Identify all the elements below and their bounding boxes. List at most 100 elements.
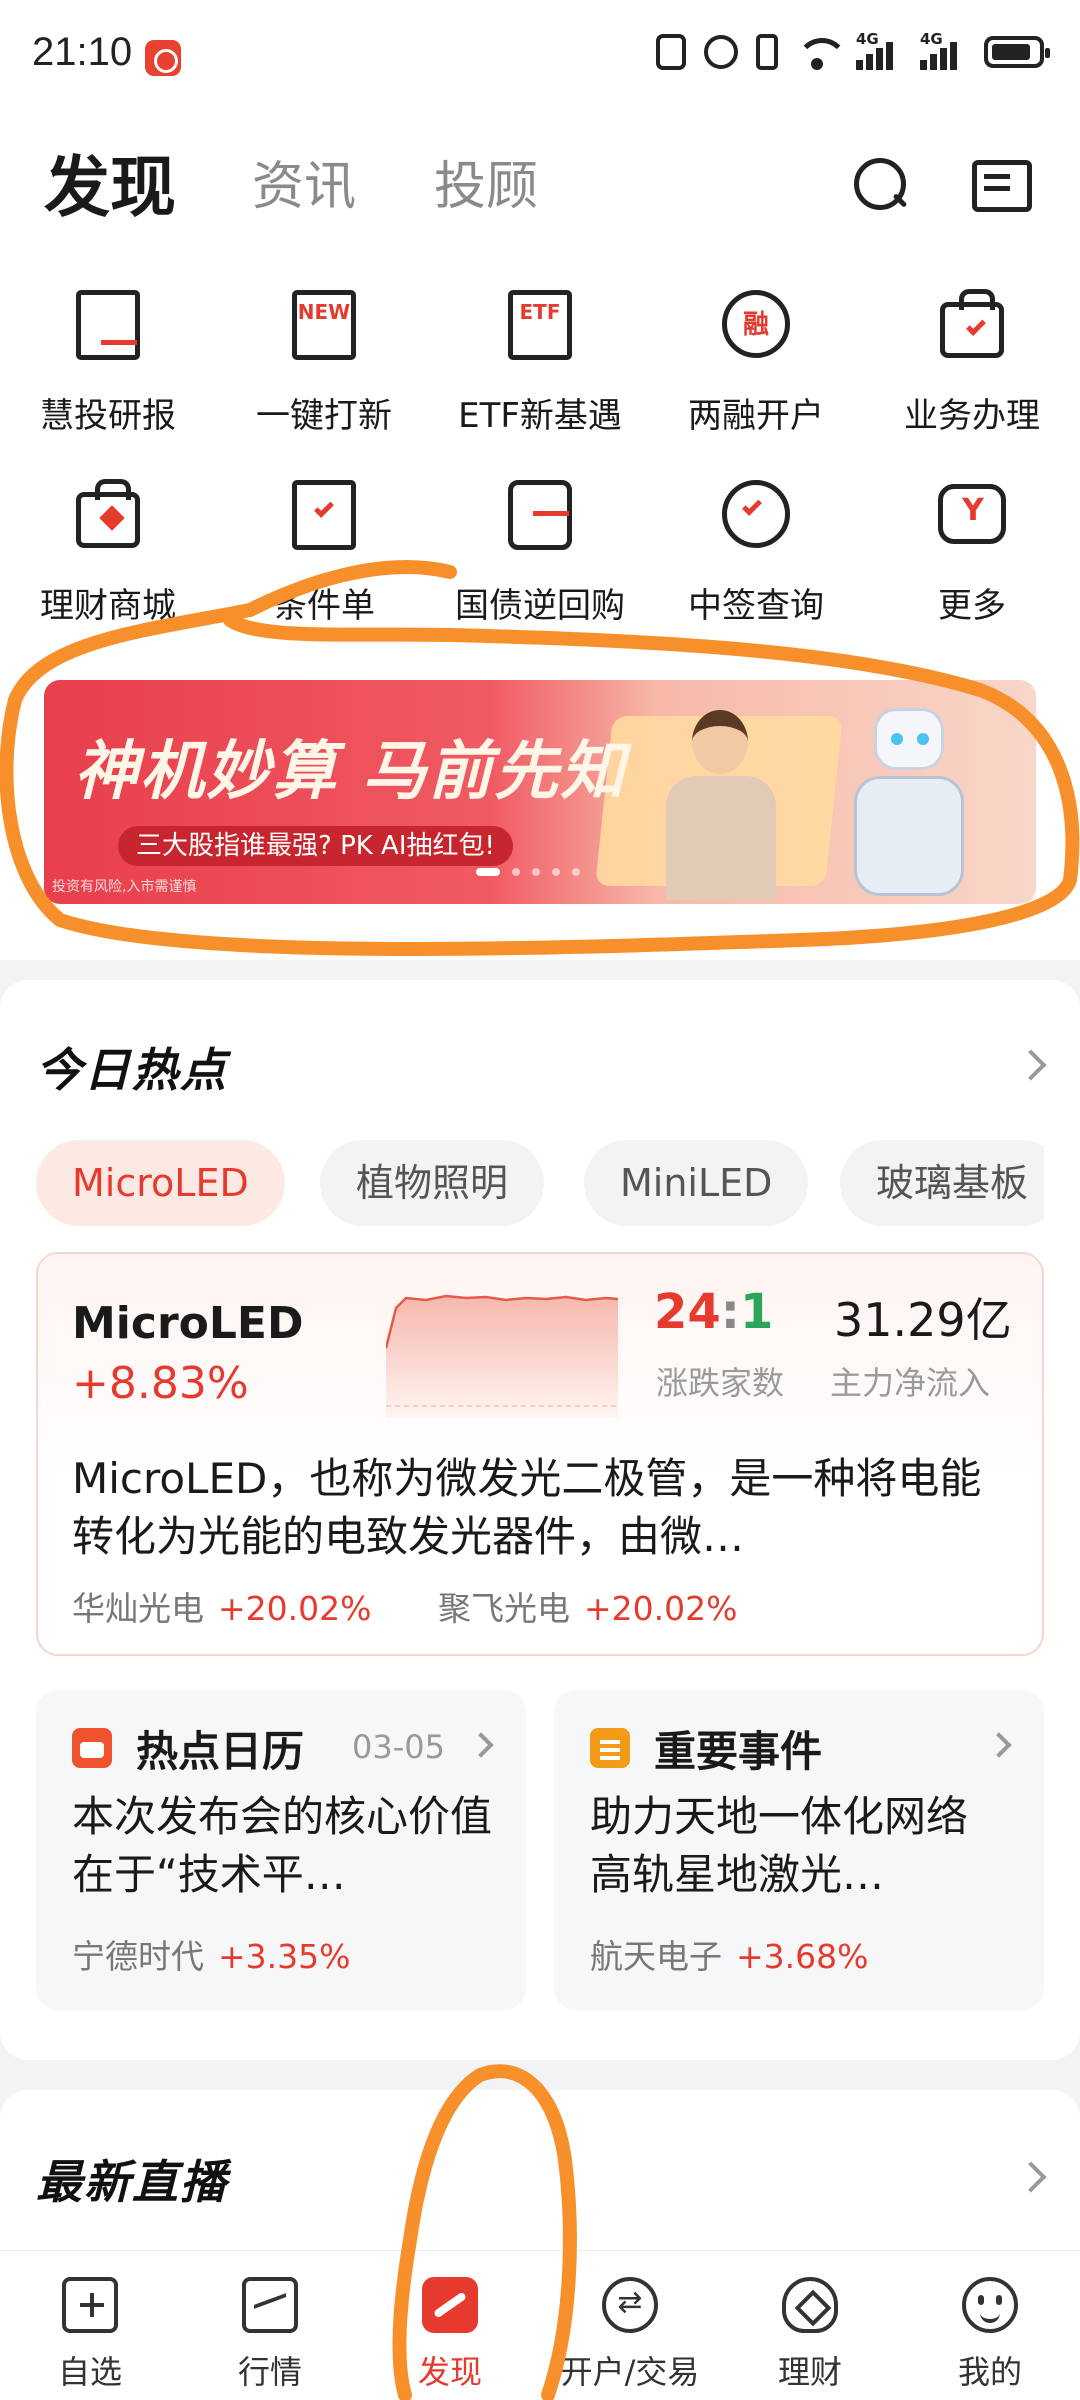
rise-fall-label: 涨跌家数 [656,1364,785,1402]
banner-person-illustration [644,700,794,900]
discover-icon [422,2277,478,2333]
nav-trade[interactable]: 开户/交易 [540,2251,720,2400]
network-type-label: 4G [920,30,943,48]
chevron-right-icon [468,1732,494,1758]
grid-item-lottery-query[interactable]: 中签查询 [648,460,864,640]
trade-icon [602,2277,658,2333]
grid-item-research-report[interactable]: 慧投研报 [0,270,216,450]
watchlist-icon [62,2277,118,2333]
calendar-icon [72,1728,112,1768]
top-tab-bar: 发现 资讯 投顾 [0,130,1080,240]
banner-robot-illustration [834,700,984,900]
nav-profile[interactable]: 我的 [900,2251,1080,2400]
status-bar: 21:10 4G 4G [0,0,1080,120]
report-icon [70,286,146,362]
grid-item-label: 中签查询 [688,586,824,626]
important-events-stock: 航天电子 +3.68% [590,1930,868,1978]
topic-leading-stocks: 华灿光电 +20.02% 聚飞光电 +20.02% [72,1582,737,1630]
search-icon[interactable] [848,152,912,216]
important-events-text: 助力天地一体化网络 高轨星地激光… [590,1792,969,1899]
etf-badge: ETF [519,300,561,324]
more-badge: Y [962,493,984,528]
profile-icon [962,2277,1018,2333]
live-title: 最新直播 [36,2155,228,2209]
banner-dot [476,868,500,876]
banner-title: 神机妙算 马前先知 [74,734,627,809]
banner-dot [512,868,520,876]
grid-item-etf[interactable]: ETF ETF新基遇 [432,270,648,450]
banner-dot [552,868,560,876]
event-icon [590,1728,630,1768]
grid-item-margin-account[interactable]: 融 两融开户 [648,270,864,450]
chevron-right-icon [986,1732,1012,1758]
nav-label: 理财 [777,2353,842,2391]
nav-watchlist[interactable]: 自选 [0,2251,180,2400]
topic-change: +8.83% [72,1358,249,1409]
grid-item-label: 业务办理 [904,396,1040,436]
alarm-icon [704,35,738,69]
status-icons: 4G 4G [656,30,1050,70]
new-badge: NEW [297,300,351,324]
nav-label: 发现 [417,2353,482,2391]
rise-fall-count: 24:1 [654,1284,773,1340]
status-time: 21:10 [32,30,133,74]
stock-name[interactable]: 宁德时代 [72,1937,204,1976]
tab-news[interactable]: 资讯 [252,144,356,219]
chip-miniled[interactable]: MiniLED [584,1140,809,1226]
lottery-query-icon [718,476,794,552]
tab-advisor[interactable]: 投顾 [434,144,538,219]
topic-intraday-chart [386,1294,618,1418]
grid-item-more[interactable]: Y 更多 [864,460,1080,640]
wifi-icon [796,34,848,70]
etf-icon: ETF [502,286,578,362]
more-icon: Y [934,476,1010,552]
nav-label: 我的 [957,2353,1022,2391]
nav-discover[interactable]: 发现 [360,2251,540,2400]
grid-item-wealth-mall[interactable]: 理财商城 [0,460,216,640]
ratio-separator: : [720,1284,740,1340]
stock-name[interactable]: 华灿光电 [72,1589,204,1628]
chip-microled[interactable]: MicroLED [36,1140,285,1226]
nav-label: 开户/交易 [560,2353,700,2391]
margin-icon: 融 [718,286,794,362]
net-inflow-label: 主力净流入 [830,1364,991,1402]
banner-dot [572,868,580,876]
important-events-title: 重要事件 [654,1727,823,1776]
hot-calendar-stock: 宁德时代 +3.35% [72,1930,350,1978]
rise-count: 24 [654,1284,721,1340]
network-type-label: 4G [856,30,879,48]
hot-calendar-card[interactable]: 热点日历 03-05 本次发布会的核心价值在于“技术平… 宁德时代 +3.35% [36,1690,526,2010]
grid-item-label: ETF新基遇 [458,396,622,436]
banner-risk-notice: 投资有风险,入市需谨慎 [52,879,197,895]
nav-label: 行情 [237,2353,302,2391]
nav-market[interactable]: 行情 [180,2251,360,2400]
battery-icon [984,36,1050,68]
nav-label: 自选 [57,2353,122,2391]
conditional-order-icon [286,476,362,552]
message-icon[interactable] [966,152,1032,216]
promo-banner[interactable]: 神机妙算 马前先知 三大股指谁最强? PK AI抽红包! 投资有风险,入市需谨慎 [44,680,1036,904]
chip-plant-lighting[interactable]: 植物照明 [320,1140,545,1226]
stock-name[interactable]: 航天电子 [590,1937,722,1976]
chip-glass-substrate[interactable]: 玻璃基板 [840,1140,1044,1226]
grid-item-reverse-repo[interactable]: 国债逆回购 [432,460,648,640]
hot-calendar-date: 03-05 [352,1728,445,1766]
stock-change: +3.68% [736,1937,869,1976]
grid-item-ipo-subscribe[interactable]: NEW 一键打新 [216,270,432,450]
stock-change: +20.02% [218,1589,372,1628]
nfc-icon [656,34,686,70]
tab-discover[interactable]: 发现 [44,134,176,230]
stock-change: +20.02% [583,1589,738,1628]
important-events-card[interactable]: 重要事件 助力天地一体化网络 高轨星地激光… 航天电子 +3.68% [554,1690,1044,2010]
nav-wealth[interactable]: 理财 [720,2251,900,2400]
vibrate-icon [756,34,778,70]
stock-name[interactable]: 聚飞光电 [438,1589,570,1628]
topic-detail-card[interactable]: MicroLED +8.83% 24:1 涨跌家数 31.29亿 主力净流入 M… [36,1252,1044,1656]
net-inflow-value: 31.29亿 [834,1293,1012,1347]
app-notification-icon [145,40,181,76]
hot-calendar-text: 本次发布会的核心价值在于“技术平… [72,1792,492,1899]
wealth-mall-icon [70,476,146,552]
grid-item-business[interactable]: 业务办理 [864,270,1080,450]
grid-item-label: 慧投研报 [40,396,176,436]
grid-item-conditional-order[interactable]: 条件单 [216,460,432,640]
